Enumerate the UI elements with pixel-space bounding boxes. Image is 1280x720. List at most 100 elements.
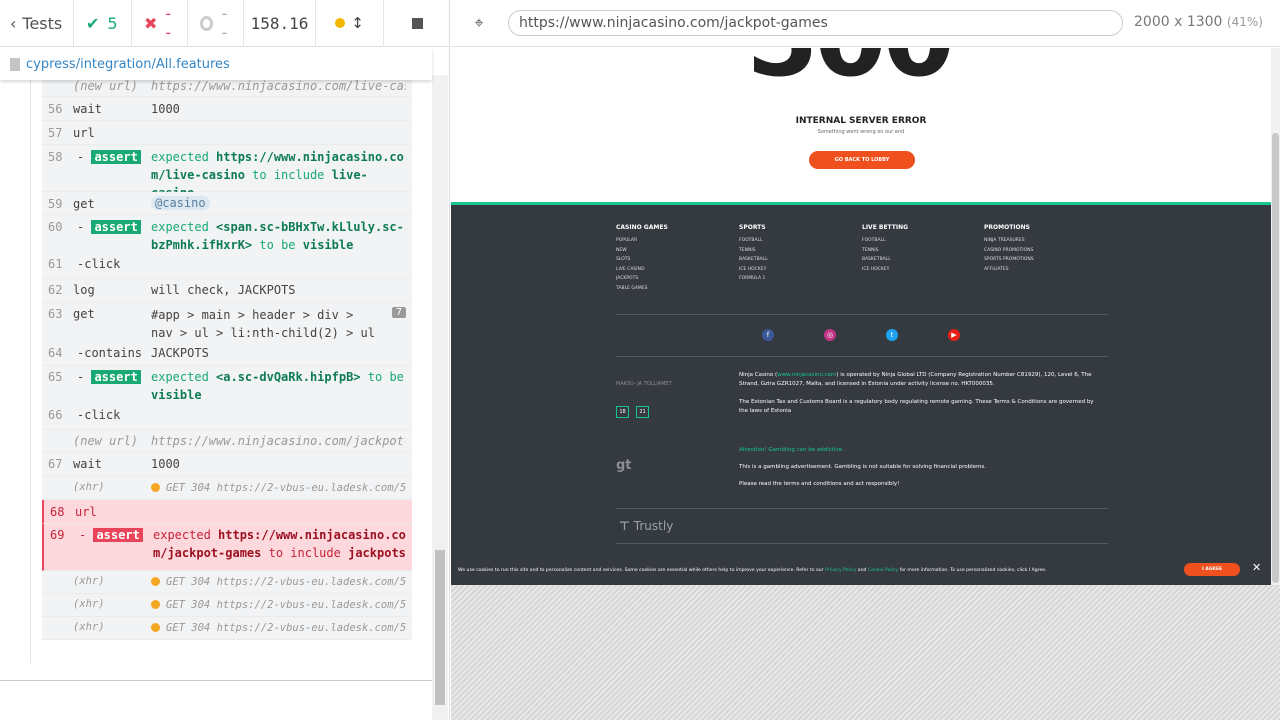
spec-file-bar[interactable]: cypress/integration/All.features [0,48,432,80]
site-link[interactable]: www.ninjacasino.com [777,372,836,378]
reporter-panel: ‹ Tests ✔ 5 ✖ -- -- 158.16 ↕ cypress/int… [0,0,450,720]
error-title: INTERNAL SERVER ERROR [795,116,927,126]
twitter-icon[interactable]: t [886,329,898,341]
command-log: (new url) https://www.ninjacasino.com/li… [42,75,412,640]
footer-link[interactable]: TENNIS [862,246,962,256]
footer-link[interactable]: SLOTS [616,255,716,265]
facebook-icon[interactable]: f [762,329,774,341]
command-row-xhr[interactable]: (xhr) GET 304 https://2-vbus-eu.ladesk.c… [42,477,412,500]
xhr-status-dot-icon [151,483,160,492]
auto-scroll-toggle[interactable]: ↕ [316,0,384,47]
footer-link[interactable]: CASINO PROMOTIONS [984,246,1084,256]
scrollbar-thumb[interactable] [1272,133,1279,583]
command-row[interactable]: 64 -contains JACKPOTS [42,343,412,366]
command-row-xhr[interactable]: (xhr) GET 304 https://2-vbus-eu.ladesk.c… [42,594,412,617]
footer-link[interactable]: NINJA TREASURES [984,236,1084,246]
footer-col-casino: CASINO GAMES POPULAR NEW SLOTS LIVE CASI… [616,224,716,293]
command-row[interactable]: 63 get #app > main > header > div > nav … [42,303,412,358]
command-row[interactable]: 67 wait 1000 [42,453,412,477]
command-row-assert[interactable]: 60 - assert expected <span.sc-bBHxTw.kLl… [42,215,412,255]
command-row[interactable]: 59 get @casino [42,192,412,215]
viewport-info: 2000 x 1300 (41%) [1134,14,1263,30]
footer-link[interactable]: JACKPOTS [616,274,716,284]
aut-scrollbar[interactable] [1271,48,1280,585]
footer-divider [616,543,1108,544]
gt-logo: gt [616,458,632,473]
command-row-assert[interactable]: 65 - assert expected <a.sc-dvQaRk.hipfpB… [42,366,412,406]
divider [0,680,432,681]
aut-outside-viewport [451,585,1280,720]
error-subtitle: Something went wrong on our end [817,129,905,135]
footer-col-promotions: PROMOTIONS NINJA TREASURES CASINO PROMOT… [984,224,1084,274]
footer-link[interactable]: TABLE GAMES [616,284,716,294]
assert-badge: assert [93,528,143,542]
command-row[interactable]: 56 wait 1000 [42,97,412,121]
command-row[interactable]: 61 -click [42,255,412,279]
status-dot-icon [335,18,346,28]
selector-playground-crosshair-icon[interactable]: ⌖ [469,13,489,33]
command-row[interactable]: 62 log will check, JACKPOTS [42,279,412,303]
chevron-left-icon: ‹ [10,13,17,33]
footer-link[interactable]: FOOTBALL [862,236,962,246]
back-to-lobby-button[interactable]: GO BACK TO LOBBY [809,151,915,169]
tests-button[interactable]: ‹ Tests [0,0,74,47]
spec-file-name[interactable]: cypress/integration/All.features [26,57,230,72]
footer-link[interactable]: FORMULA 1 [739,274,839,284]
assert-badge: assert [91,370,141,384]
error-code: 500 [746,48,955,100]
footer-link[interactable]: POPULAR [616,236,716,246]
youtube-icon[interactable]: ▶ [948,329,960,341]
site-footer: CASINO GAMES POPULAR NEW SLOTS LIVE CASI… [451,202,1271,585]
reporter-scrollbar[interactable] [432,75,448,720]
stop-button[interactable] [384,0,450,47]
footer-link[interactable]: NEW [616,246,716,256]
command-row-assert-failed[interactable]: 69 - assert expected https://www.ninjaca… [42,524,412,571]
aut-url-bar[interactable]: https://www.ninjacasino.com/jackpot-game… [508,10,1123,36]
footer-link[interactable]: ICE HOCKEY [862,265,962,275]
xhr-status-dot-icon [151,623,160,632]
legal-operator-text: Ninja Casino (www.ninjacasino.com) is op… [739,372,1092,387]
xhr-status-dot-icon [151,600,160,609]
footer-divider [616,314,1108,315]
footer-col-sports: SPORTS FOOTBALL TENNIS BASKETBALL ICE HO… [739,224,839,284]
scrollbar-thumb[interactable] [435,550,445,705]
pending-count: -- [188,0,244,47]
footer-col-live-betting: LIVE BETTING FOOTBALL TENNIS BASKETBALL … [862,224,962,274]
cookie-policy-link[interactable]: Cookie Policy [868,568,898,573]
age-21-badge: 21 [636,406,649,418]
footer-link[interactable]: SPORTS PROMOTIONS [984,255,1084,265]
footer-link[interactable]: BASKETBALL [862,255,962,265]
close-icon[interactable]: ✕ [1252,561,1261,574]
stats-bar: ‹ Tests ✔ 5 ✖ -- -- 158.16 ↕ [0,0,450,47]
age-18-badge: 18 [616,406,629,418]
assert-badge: assert [91,220,141,234]
footer-link[interactable]: BASKETBALL [739,255,839,265]
command-row-xhr[interactable]: (xhr) GET 304 https://2-vbus-eu.ladesk.c… [42,571,412,594]
cookie-text: We use cookies to run this site and to p… [458,568,1047,573]
assert-badge: assert [91,150,141,164]
privacy-policy-link[interactable]: Privacy Policy [825,568,856,573]
footer-link[interactable]: ICE HOCKEY [739,265,839,275]
command-row-xhr[interactable]: (xhr) GET 304 https://2-vbus-eu.ladesk.c… [42,617,412,640]
command-row[interactable]: (new url) https://www.ninjacasino.com/ja… [42,430,412,453]
pending-circle-icon [200,15,214,31]
footer-link[interactable]: TENNIS [739,246,839,256]
footer-link[interactable]: FOOTBALL [739,236,839,246]
command-row[interactable]: 57 url [42,121,412,145]
scroll-arrows-icon: ↕ [351,14,364,32]
footer-link[interactable]: AFFILIATES [984,265,1084,275]
i-agree-button[interactable]: I AGREE [1184,563,1240,576]
passed-count: ✔ 5 [74,0,132,47]
aut-header: ⌖ https://www.ninjacasino.com/jackpot-ga… [451,0,1280,47]
xhr-status-dot-icon [151,577,160,586]
trustly-mark-icon: ⊤ [619,519,630,533]
command-row[interactable]: 66 -click [42,406,412,430]
footer-link[interactable]: LIVE CASINO [616,265,716,275]
cookie-banner: We use cookies to run this site and to p… [451,559,1271,585]
instagram-icon[interactable]: ◎ [824,329,836,341]
command-row-failed[interactable]: 68 url [42,500,412,524]
aut-iframe: 500 INTERNAL SERVER ERROR Something went… [451,48,1271,585]
x-icon: ✖ [144,13,158,33]
command-row-assert[interactable]: 58 - assert expected https://www.ninjaca… [42,145,412,200]
tests-label: Tests [22,13,63,33]
